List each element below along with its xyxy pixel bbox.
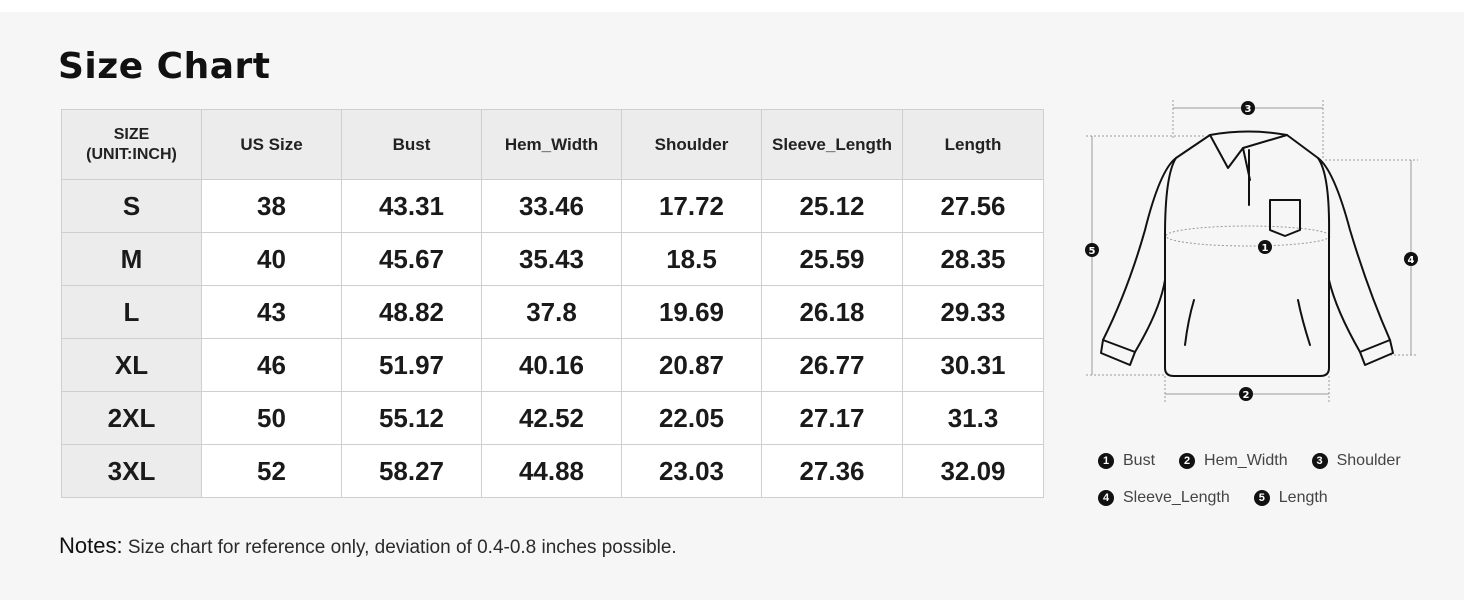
table-row: L 43 48.82 37.8 19.69 26.18 29.33	[61, 285, 1044, 339]
us-size-cell: 52	[201, 444, 342, 498]
legend-row: 4 Sleeve_Length 5 Length	[1098, 479, 1448, 516]
length-cell: 28.35	[902, 232, 1044, 286]
shoulder-cell: 23.03	[621, 444, 762, 498]
sleeve-length-cell: 25.59	[761, 232, 903, 286]
legend-row: 1 Bust 2 Hem_Width 3 Shoulder	[1098, 442, 1448, 479]
legend-label: Shoulder	[1336, 451, 1401, 469]
column-header-us-size: US Size	[201, 109, 342, 180]
size-cell: 2XL	[61, 391, 202, 445]
shoulder-cell: 19.69	[621, 285, 762, 339]
table-row: XL 46 51.97 40.16 20.87 26.77 30.31	[61, 338, 1044, 392]
notes-label: Notes:	[59, 533, 123, 558]
size-cell: 3XL	[61, 444, 202, 498]
length-cell: 32.09	[902, 444, 1044, 498]
column-header-sleeve-length: Sleeve_Length	[761, 109, 903, 180]
legend-item-bust: 1 Bust	[1098, 452, 1155, 470]
bust-cell: 45.67	[341, 232, 482, 286]
number-1-icon: 1	[1098, 452, 1114, 469]
us-size-cell: 46	[201, 338, 342, 392]
hem-width-cell: 33.46	[481, 179, 622, 233]
shoulder-cell: 20.87	[621, 338, 762, 392]
table-row: S 38 43.31 33.46 17.72 25.12 27.56	[61, 179, 1044, 233]
length-cell: 30.31	[902, 338, 1044, 392]
table-row: M 40 45.67 35.43 18.5 25.59 28.35	[61, 232, 1044, 286]
sleeve-length-cell: 27.17	[761, 391, 903, 445]
svg-text:2: 2	[1243, 390, 1250, 401]
size-cell: S	[61, 179, 202, 233]
shoulder-cell: 22.05	[621, 391, 762, 445]
length-cell: 29.33	[902, 285, 1044, 339]
hem-width-cell: 35.43	[481, 232, 622, 286]
size-table: SIZE (UNIT:INCH) US Size Bust Hem_Width …	[61, 109, 1044, 498]
bust-cell: 43.31	[341, 179, 482, 233]
hem-width-cell: 44.88	[481, 444, 622, 498]
number-5-icon: 5	[1253, 489, 1270, 506]
legend-label: Sleeve_Length	[1123, 488, 1230, 506]
svg-text:4: 4	[1408, 255, 1415, 266]
svg-text:3: 3	[1245, 104, 1252, 115]
us-size-cell: 38	[201, 179, 342, 233]
us-size-cell: 50	[201, 391, 342, 445]
number-2-icon: 2	[1179, 452, 1196, 469]
legend-item-hem-width: 2 Hem_Width	[1179, 452, 1288, 470]
notes-text: Size chart for reference only, deviation…	[127, 537, 677, 558]
column-header-shoulder: Shoulder	[621, 109, 762, 180]
legend-item-shoulder: 3 Shoulder	[1311, 451, 1401, 470]
bust-cell: 48.82	[341, 285, 482, 339]
sleeve-length-cell: 26.77	[761, 338, 903, 392]
shoulder-cell: 18.5	[621, 232, 762, 286]
legend-item-sleeve-length: 4 Sleeve_Length	[1098, 489, 1230, 507]
bust-cell: 55.12	[341, 391, 482, 445]
hem-width-cell: 37.8	[481, 285, 622, 339]
us-size-cell: 43	[201, 285, 342, 339]
notes: Notes: Size chart for reference only, de…	[59, 533, 677, 559]
page-title: Size Chart	[58, 46, 271, 87]
column-header-bust: Bust	[341, 109, 482, 180]
bust-cell: 51.97	[341, 338, 482, 392]
legend-label: Length	[1278, 488, 1328, 506]
length-cell: 31.3	[902, 391, 1044, 445]
sleeve-length-cell: 26.18	[761, 285, 903, 339]
shoulder-cell: 17.72	[621, 179, 762, 233]
legend-label: Bust	[1123, 451, 1156, 469]
us-size-cell: 40	[201, 232, 342, 286]
bust-cell: 58.27	[341, 444, 482, 498]
table-row: 2XL 50 55.12 42.52 22.05 27.17 31.3	[61, 391, 1044, 445]
number-4-icon: 4	[1098, 489, 1114, 506]
svg-text:1: 1	[1262, 243, 1269, 254]
size-cell: L	[61, 285, 202, 339]
sleeve-length-cell: 25.12	[761, 179, 903, 233]
svg-text:5: 5	[1089, 246, 1096, 257]
legend-item-length: 5 Length	[1253, 488, 1328, 507]
column-header-size-line1: SIZE	[113, 125, 150, 143]
diagram-legend: 1 Bust 2 Hem_Width 3 Shoulder 4 Sleeve_L…	[1098, 442, 1448, 516]
column-header-size-line2: (UNIT:INCH)	[86, 145, 177, 163]
table-row: 3XL 52 58.27 44.88 23.03 27.36 32.09	[61, 444, 1044, 498]
column-header-hem-width: Hem_Width	[481, 109, 622, 180]
number-3-icon: 3	[1311, 452, 1328, 469]
hem-width-cell: 40.16	[481, 338, 622, 392]
column-header-length: Length	[902, 109, 1044, 180]
sweatshirt-diagram-icon: 3 5 4 1 2	[1085, 100, 1418, 402]
column-header-size: SIZE (UNIT:INCH)	[61, 109, 202, 180]
legend-label: Hem_Width	[1204, 451, 1288, 469]
length-cell: 27.56	[902, 179, 1044, 233]
size-cell: M	[61, 232, 202, 286]
size-cell: XL	[61, 338, 202, 392]
sleeve-length-cell: 27.36	[761, 444, 903, 498]
hem-width-cell: 42.52	[481, 391, 622, 445]
table-header-row: SIZE (UNIT:INCH) US Size Bust Hem_Width …	[61, 109, 1044, 180]
